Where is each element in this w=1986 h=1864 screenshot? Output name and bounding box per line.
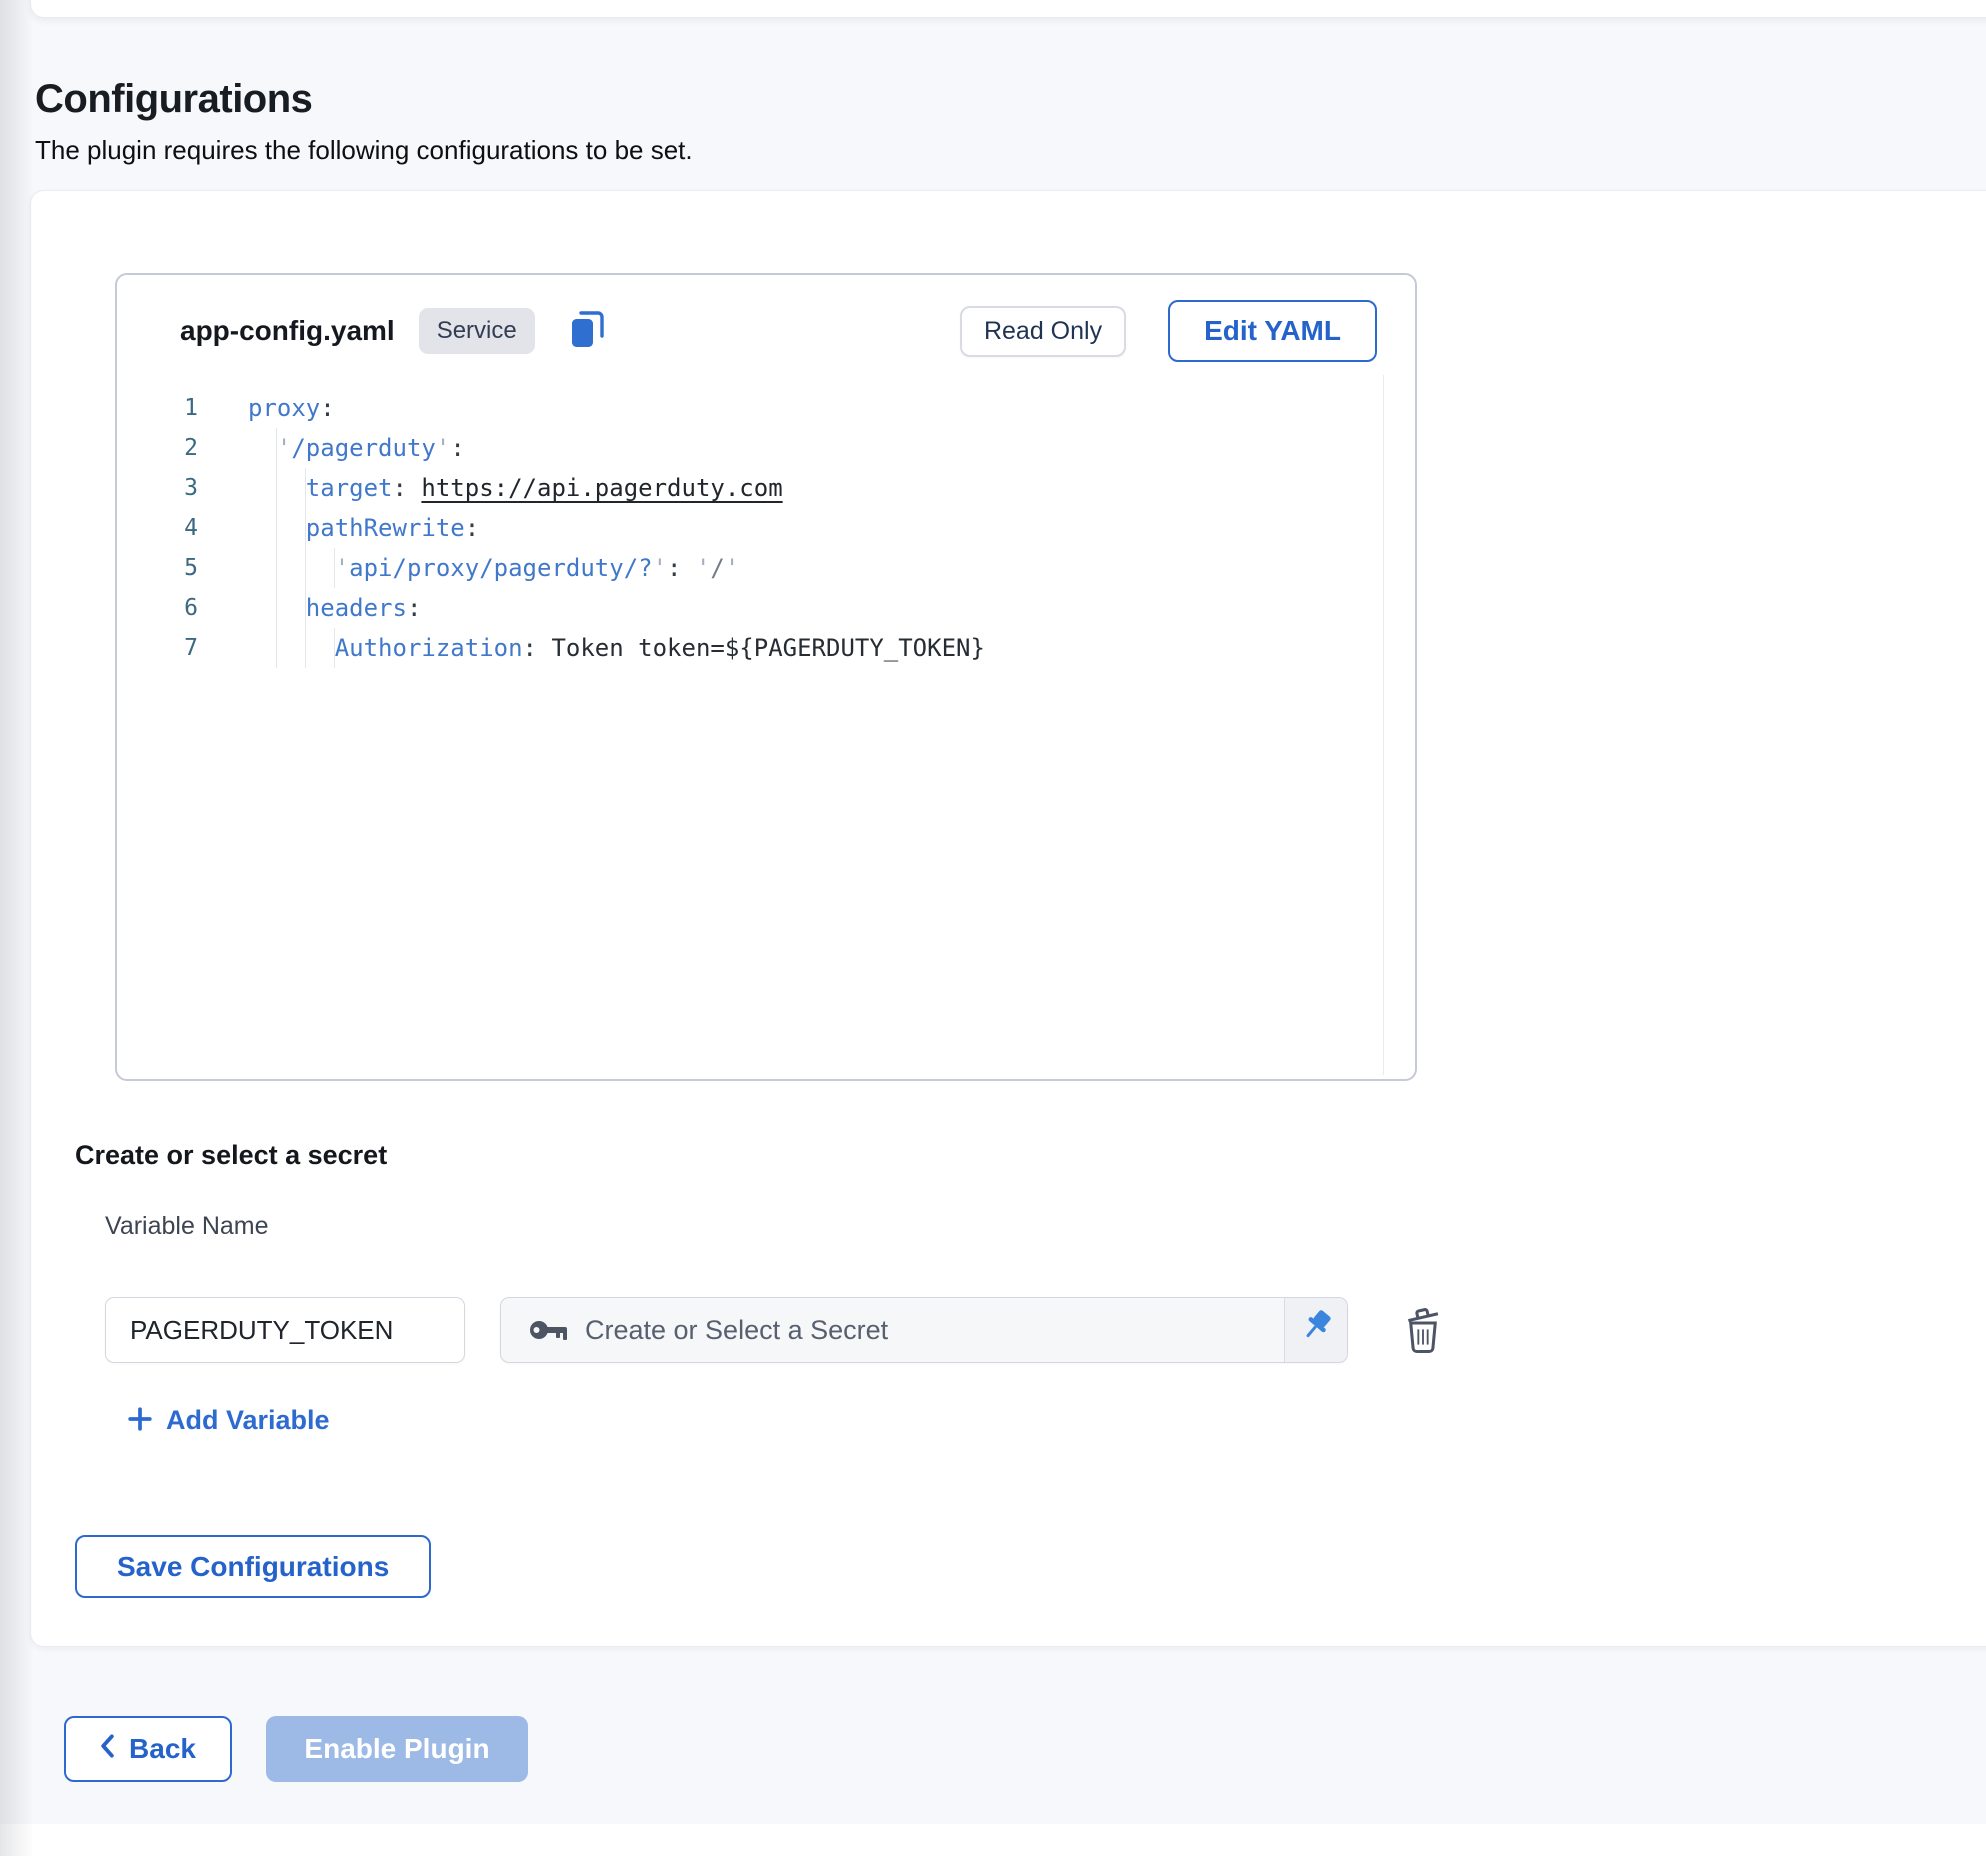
indent-guide [276, 468, 277, 508]
code-line: 7 Authorization: Token token=${PAGERDUTY… [117, 628, 1381, 668]
indent-guide [305, 468, 306, 508]
page-title: Configurations [35, 77, 312, 122]
trash-icon [1402, 1306, 1444, 1357]
edit-yaml-button[interactable]: Edit YAML [1168, 300, 1377, 362]
code-line: 1proxy: [117, 388, 1381, 428]
page-subtitle: The plugin requires the following config… [35, 135, 693, 166]
indent-guide [276, 628, 277, 668]
code-line: 5 'api/proxy/pagerduty/?': '/' [117, 548, 1381, 588]
line-number: 4 [117, 508, 198, 548]
back-button-label: Back [129, 1733, 196, 1765]
service-badge: Service [419, 308, 535, 354]
code-line: 3 target: https://api.pagerduty.com [117, 468, 1381, 508]
variable-name-input[interactable] [105, 1297, 465, 1363]
indent-guide [305, 548, 306, 588]
secret-select[interactable]: Create or Select a Secret [500, 1297, 1348, 1363]
editor-header: app-config.yaml Service Read Only Edit Y… [117, 275, 1415, 387]
secret-select-placeholder: Create or Select a Secret [585, 1315, 1284, 1346]
line-number: 6 [117, 588, 198, 628]
read-only-badge: Read Only [960, 306, 1126, 357]
code-line: 2 '/pagerduty': [117, 428, 1381, 468]
key-icon [529, 1317, 569, 1343]
bottom-band [0, 1824, 1986, 1864]
indent-guide [305, 588, 306, 628]
chevron-left-icon [100, 1733, 115, 1765]
copy-button[interactable] [565, 307, 609, 355]
indent-guide [334, 628, 335, 668]
code-line: 4 pathRewrite: [117, 508, 1381, 548]
line-number: 1 [117, 388, 198, 428]
back-button[interactable]: Back [64, 1716, 232, 1782]
line-number: 5 [117, 548, 198, 588]
left-edge-shadow [0, 0, 34, 1856]
add-variable-label: Add Variable [166, 1405, 330, 1436]
code-line: 6 headers: [117, 588, 1381, 628]
add-variable-button[interactable]: Add Variable [128, 1398, 330, 1442]
line-number: 3 [117, 468, 198, 508]
pushpin-icon [1295, 1307, 1337, 1354]
delete-variable-button[interactable] [1398, 1303, 1448, 1359]
indent-guide [276, 548, 277, 588]
indent-guide [305, 508, 306, 548]
editor-scrollbar[interactable] [1383, 375, 1384, 1075]
variable-name-label: Variable Name [105, 1212, 269, 1241]
pin-secret-button[interactable] [1284, 1298, 1347, 1362]
code-lines: 1proxy:2 '/pagerduty':3 target: https://… [117, 388, 1381, 668]
enable-plugin-button[interactable]: Enable Plugin [266, 1716, 528, 1782]
config-filename: app-config.yaml [180, 315, 395, 347]
indent-guide [334, 548, 335, 588]
copy-icon [567, 308, 607, 355]
line-number: 7 [117, 628, 198, 668]
save-configurations-button[interactable]: Save Configurations [75, 1535, 431, 1598]
indent-guide [276, 428, 277, 468]
line-number: 2 [117, 428, 198, 468]
indent-guide [305, 628, 306, 668]
plus-icon [128, 1407, 152, 1434]
secret-section-heading: Create or select a secret [75, 1140, 387, 1171]
previous-card-edge [30, 0, 1986, 18]
indent-guide [276, 508, 277, 548]
indent-guide [276, 588, 277, 628]
yaml-editor-card: app-config.yaml Service Read Only Edit Y… [115, 273, 1417, 1081]
